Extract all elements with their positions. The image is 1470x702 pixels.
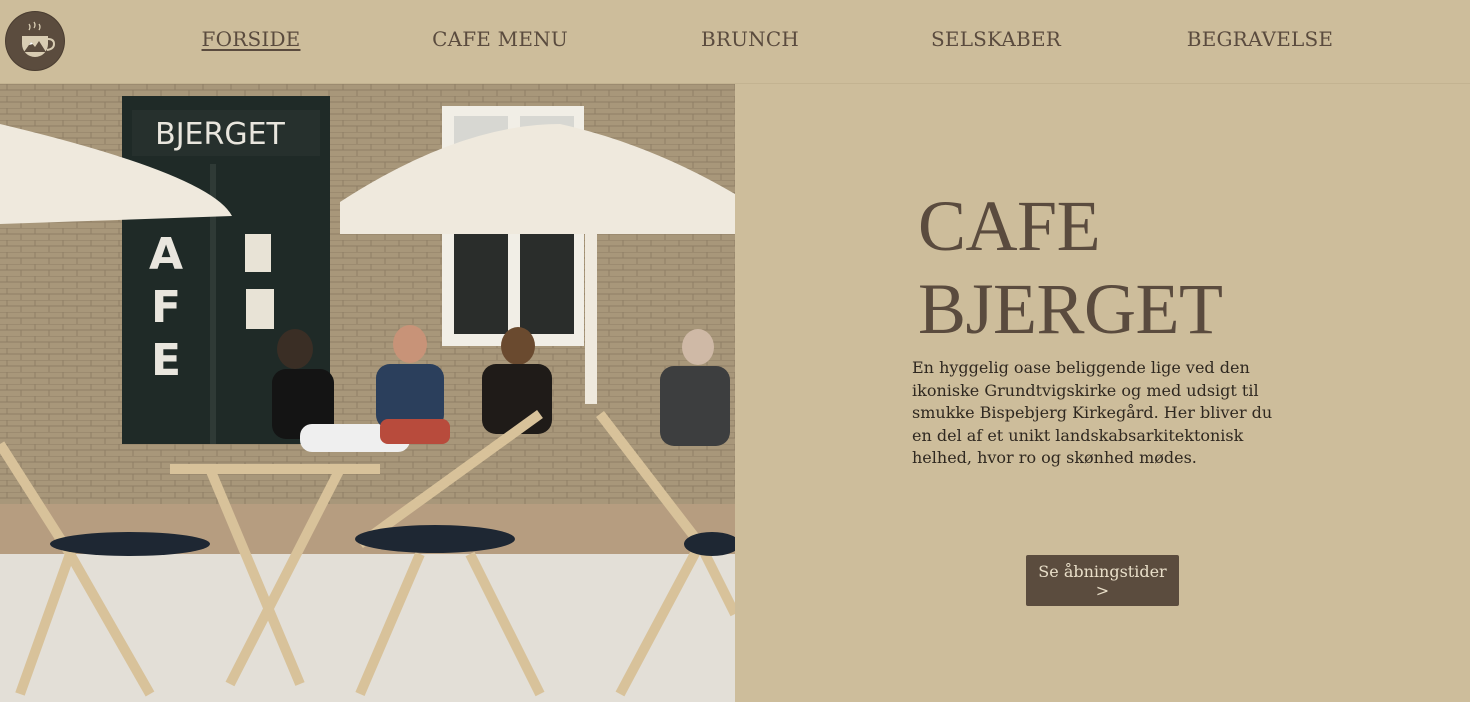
nav-item-begravelse[interactable]: BEGRAVELSE bbox=[1187, 27, 1333, 51]
opening-hours-button[interactable]: Se åbningstider > bbox=[1026, 555, 1179, 606]
cafe-terrace-image: BJERGET A F E bbox=[0, 84, 735, 702]
photo-door-letter: F bbox=[151, 282, 181, 333]
hero-title: CAFE BJERGET bbox=[918, 186, 1223, 349]
nav-item-brunch[interactable]: BRUNCH bbox=[701, 27, 799, 51]
hero-description: En hyggelig oase beliggende lige ved den… bbox=[912, 358, 1273, 467]
photo-sign-text: BJERGET bbox=[155, 117, 285, 152]
photo-door-letter: E bbox=[151, 335, 181, 386]
site-header: FORSIDE CAFE MENU BRUNCH SELSKABER BEGRA… bbox=[0, 0, 1470, 84]
nav-item-forside[interactable]: FORSIDE bbox=[202, 27, 301, 51]
hero-photo: BJERGET A F E bbox=[0, 84, 735, 702]
photo-door-letter: A bbox=[149, 229, 183, 280]
main-nav: FORSIDE CAFE MENU BRUNCH SELSKABER BEGRA… bbox=[0, 0, 1470, 83]
nav-item-cafe-menu[interactable]: CAFE MENU bbox=[432, 27, 568, 51]
nav-item-selskaber[interactable]: SELSKABER bbox=[931, 27, 1061, 51]
